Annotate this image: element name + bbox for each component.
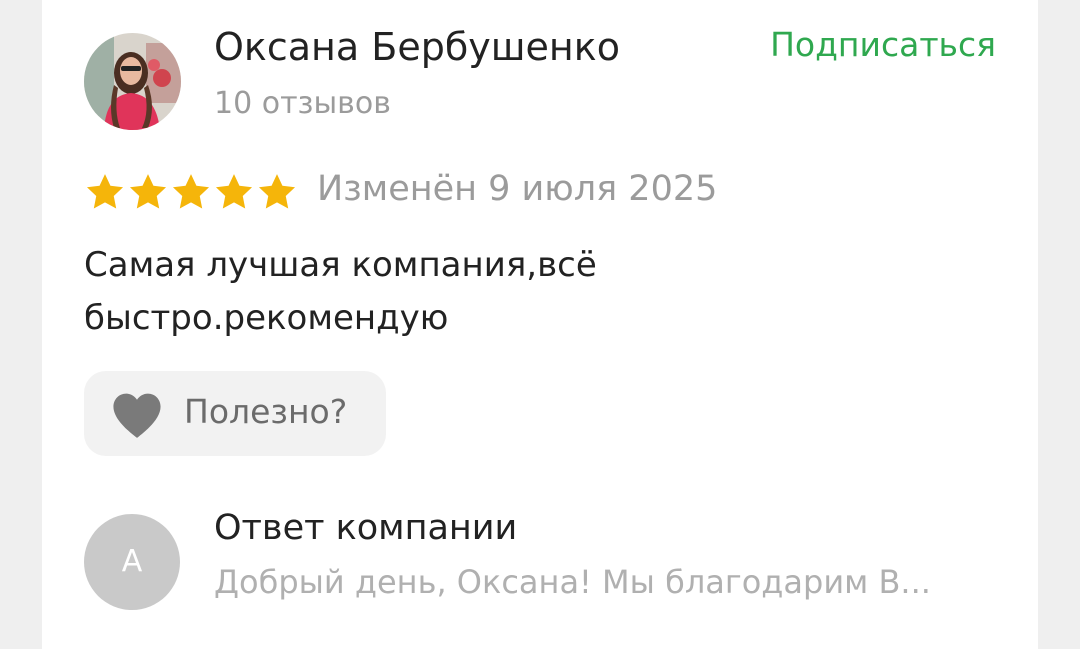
company-reply-preview[interactable]: Добрый день, Оксана! Мы благодарим В...: [214, 563, 998, 601]
star-icon: [129, 174, 167, 209]
star-icon: [258, 174, 296, 209]
review-card: Оксана Бербушенко 10 отзывов Подписаться…: [42, 0, 1038, 649]
helpful-button[interactable]: Полезно?: [84, 371, 386, 456]
company-avatar: А: [84, 514, 180, 610]
review-date: Изменён 9 июля 2025: [317, 169, 718, 209]
star-icon: [215, 174, 253, 209]
helpful-label: Полезно?: [184, 392, 348, 431]
author-review-count: 10 отзывов: [214, 86, 391, 121]
author-avatar[interactable]: [84, 33, 181, 130]
author-name[interactable]: Оксана Бербушенко: [214, 25, 620, 71]
star-icon: [86, 174, 124, 209]
star-icon: [172, 174, 210, 209]
author-photo: [84, 33, 181, 130]
heart-icon: [113, 393, 161, 438]
rating-stars: [84, 171, 298, 213]
company-reply-title: Ответ компании: [214, 508, 518, 548]
review-text: Самая лучшая компания,всё быстро.рекомен…: [84, 245, 597, 338]
subscribe-button[interactable]: Подписаться: [770, 25, 996, 65]
